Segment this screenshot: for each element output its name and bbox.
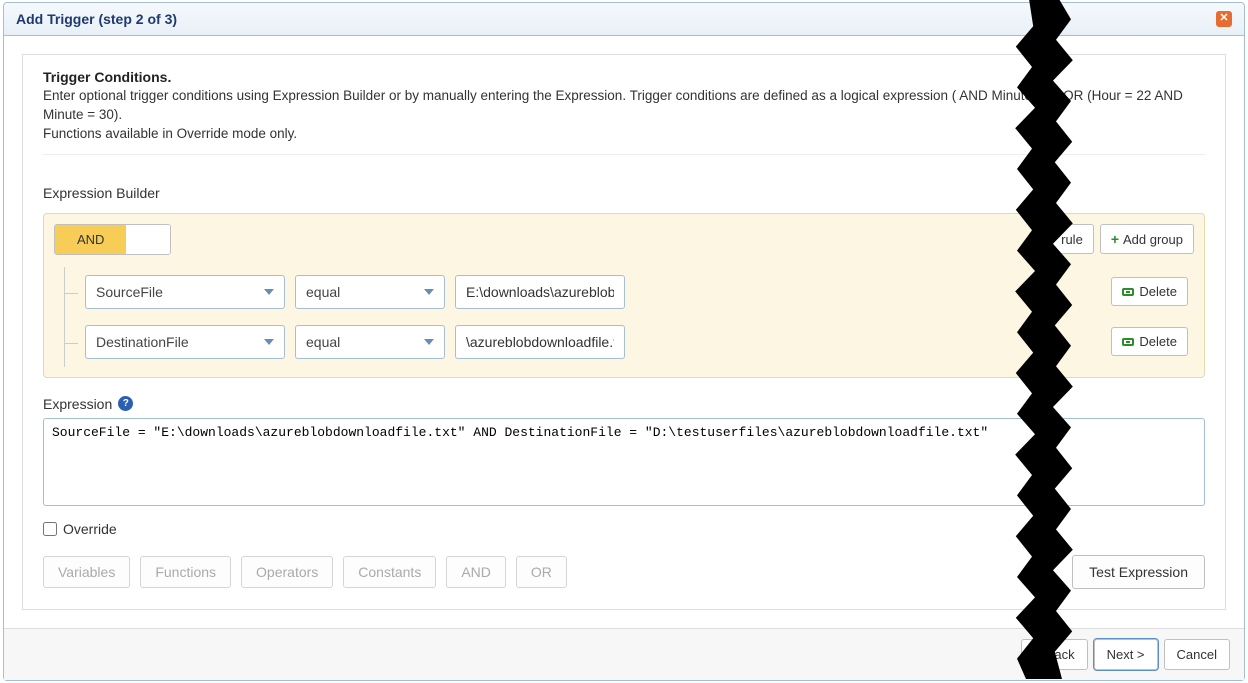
operator-value: equal bbox=[306, 284, 340, 300]
next-button[interactable]: Next > bbox=[1094, 639, 1158, 670]
close-icon[interactable]: ✕ bbox=[1216, 11, 1232, 27]
add-group-label: Add group bbox=[1123, 232, 1183, 247]
or-toggle[interactable] bbox=[126, 225, 170, 254]
and-or-toggle[interactable]: AND bbox=[54, 224, 171, 255]
or-button[interactable]: OR bbox=[516, 556, 567, 588]
operators-button[interactable]: Operators bbox=[241, 556, 333, 588]
field-value: DestinationFile bbox=[96, 334, 189, 350]
operator-select[interactable]: equal bbox=[295, 275, 445, 309]
override-checkbox[interactable] bbox=[43, 522, 57, 536]
plus-icon: + bbox=[1111, 231, 1119, 247]
minus-icon bbox=[1122, 338, 1134, 346]
field-value: SourceFile bbox=[96, 284, 163, 300]
chevron-down-icon bbox=[264, 289, 274, 295]
add-group-button[interactable]: + Add group bbox=[1100, 224, 1194, 254]
override-label: Override bbox=[63, 521, 117, 537]
field-select[interactable]: SourceFile bbox=[85, 275, 285, 309]
variables-button[interactable]: Variables bbox=[43, 556, 130, 588]
test-expression-button[interactable]: Test Expression bbox=[1072, 555, 1205, 589]
delete-label: Delete bbox=[1139, 334, 1177, 349]
dialog-title: Add Trigger (step 2 of 3) bbox=[16, 11, 177, 27]
rules-container: SourceFile equal Delete bbox=[64, 267, 1194, 367]
chevron-down-icon bbox=[264, 339, 274, 345]
add-rule-label: rule bbox=[1061, 232, 1083, 247]
operator-select[interactable]: equal bbox=[295, 325, 445, 359]
functions-button[interactable]: Functions bbox=[140, 556, 231, 588]
add-trigger-dialog: Add Trigger (step 2 of 3) ✕ Trigger Cond… bbox=[3, 2, 1245, 681]
delete-rule-button[interactable]: Delete bbox=[1111, 277, 1188, 306]
minus-icon bbox=[1122, 288, 1134, 296]
value-input[interactable] bbox=[455, 325, 625, 359]
delete-label: Delete bbox=[1139, 284, 1177, 299]
and-toggle[interactable]: AND bbox=[55, 225, 126, 254]
chevron-down-icon bbox=[424, 289, 434, 295]
token-buttons: Variables Functions Operators Constants … bbox=[43, 556, 567, 588]
constants-button[interactable]: Constants bbox=[343, 556, 436, 588]
chevron-down-icon bbox=[424, 339, 434, 345]
cancel-button[interactable]: Cancel bbox=[1164, 639, 1230, 670]
value-input[interactable] bbox=[455, 275, 625, 309]
expression-label: Expression bbox=[43, 396, 112, 412]
field-select[interactable]: DestinationFile bbox=[85, 325, 285, 359]
help-icon[interactable]: ? bbox=[118, 396, 133, 411]
and-button[interactable]: AND bbox=[446, 556, 506, 588]
operator-value: equal bbox=[306, 334, 340, 350]
delete-rule-button[interactable]: Delete bbox=[1111, 327, 1188, 356]
